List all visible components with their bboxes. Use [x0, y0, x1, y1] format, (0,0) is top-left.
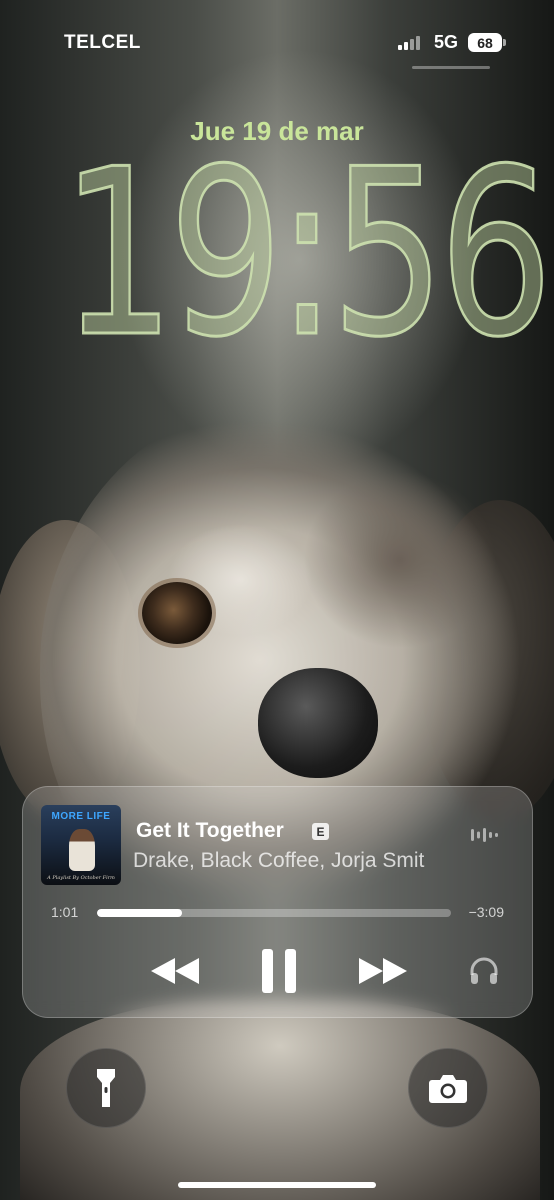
- lock-clock: 19:56: [60, 121, 554, 388]
- album-art-subtitle: A Playlist By October Firm: [47, 875, 115, 881]
- album-art-title: MORE LIFE: [51, 811, 111, 822]
- home-indicator[interactable]: [178, 1182, 376, 1188]
- explicit-badge: E: [312, 823, 329, 840]
- flashlight-icon: [97, 1069, 115, 1107]
- dog-nose: [258, 668, 378, 778]
- pause-icon: [262, 949, 296, 993]
- battery-cap: [503, 39, 506, 46]
- headphones-icon: [470, 957, 498, 984]
- flashlight-button[interactable]: [66, 1048, 146, 1128]
- song-artist: Drake, Black Coffee, Jorja Smit: [133, 849, 425, 872]
- fast-forward-button[interactable]: [355, 951, 411, 991]
- elapsed-time: 1:01: [51, 904, 79, 920]
- control-center-handle[interactable]: [412, 66, 490, 69]
- battery-indicator: 68: [468, 33, 502, 52]
- waveform-icon: [471, 827, 501, 843]
- dog-eye: [142, 582, 212, 644]
- signal-bars-icon: [398, 36, 426, 50]
- playback-scrubber[interactable]: [97, 909, 451, 917]
- network-type: 5G: [434, 32, 459, 52]
- playback-progress-fill: [97, 909, 182, 917]
- camera-button[interactable]: [408, 1048, 488, 1128]
- rewind-button[interactable]: [147, 951, 203, 991]
- remaining-time: −3:09: [468, 904, 504, 920]
- status-bar: TELCEL 5G 68: [0, 30, 554, 56]
- carrier-name: TELCEL: [64, 32, 141, 53]
- pause-button[interactable]: [255, 945, 303, 997]
- fast-forward-icon: [359, 958, 407, 984]
- camera-icon: [429, 1075, 467, 1103]
- album-art[interactable]: MORE LIFE A Playlist By October Firm: [41, 805, 121, 885]
- rewind-icon: [151, 958, 199, 984]
- song-title: Get It Together: [136, 819, 284, 842]
- album-art-figure: [69, 829, 95, 871]
- audio-output-button[interactable]: [467, 953, 501, 989]
- now-playing-widget[interactable]: MORE LIFE A Playlist By October Firm Get…: [22, 786, 533, 1018]
